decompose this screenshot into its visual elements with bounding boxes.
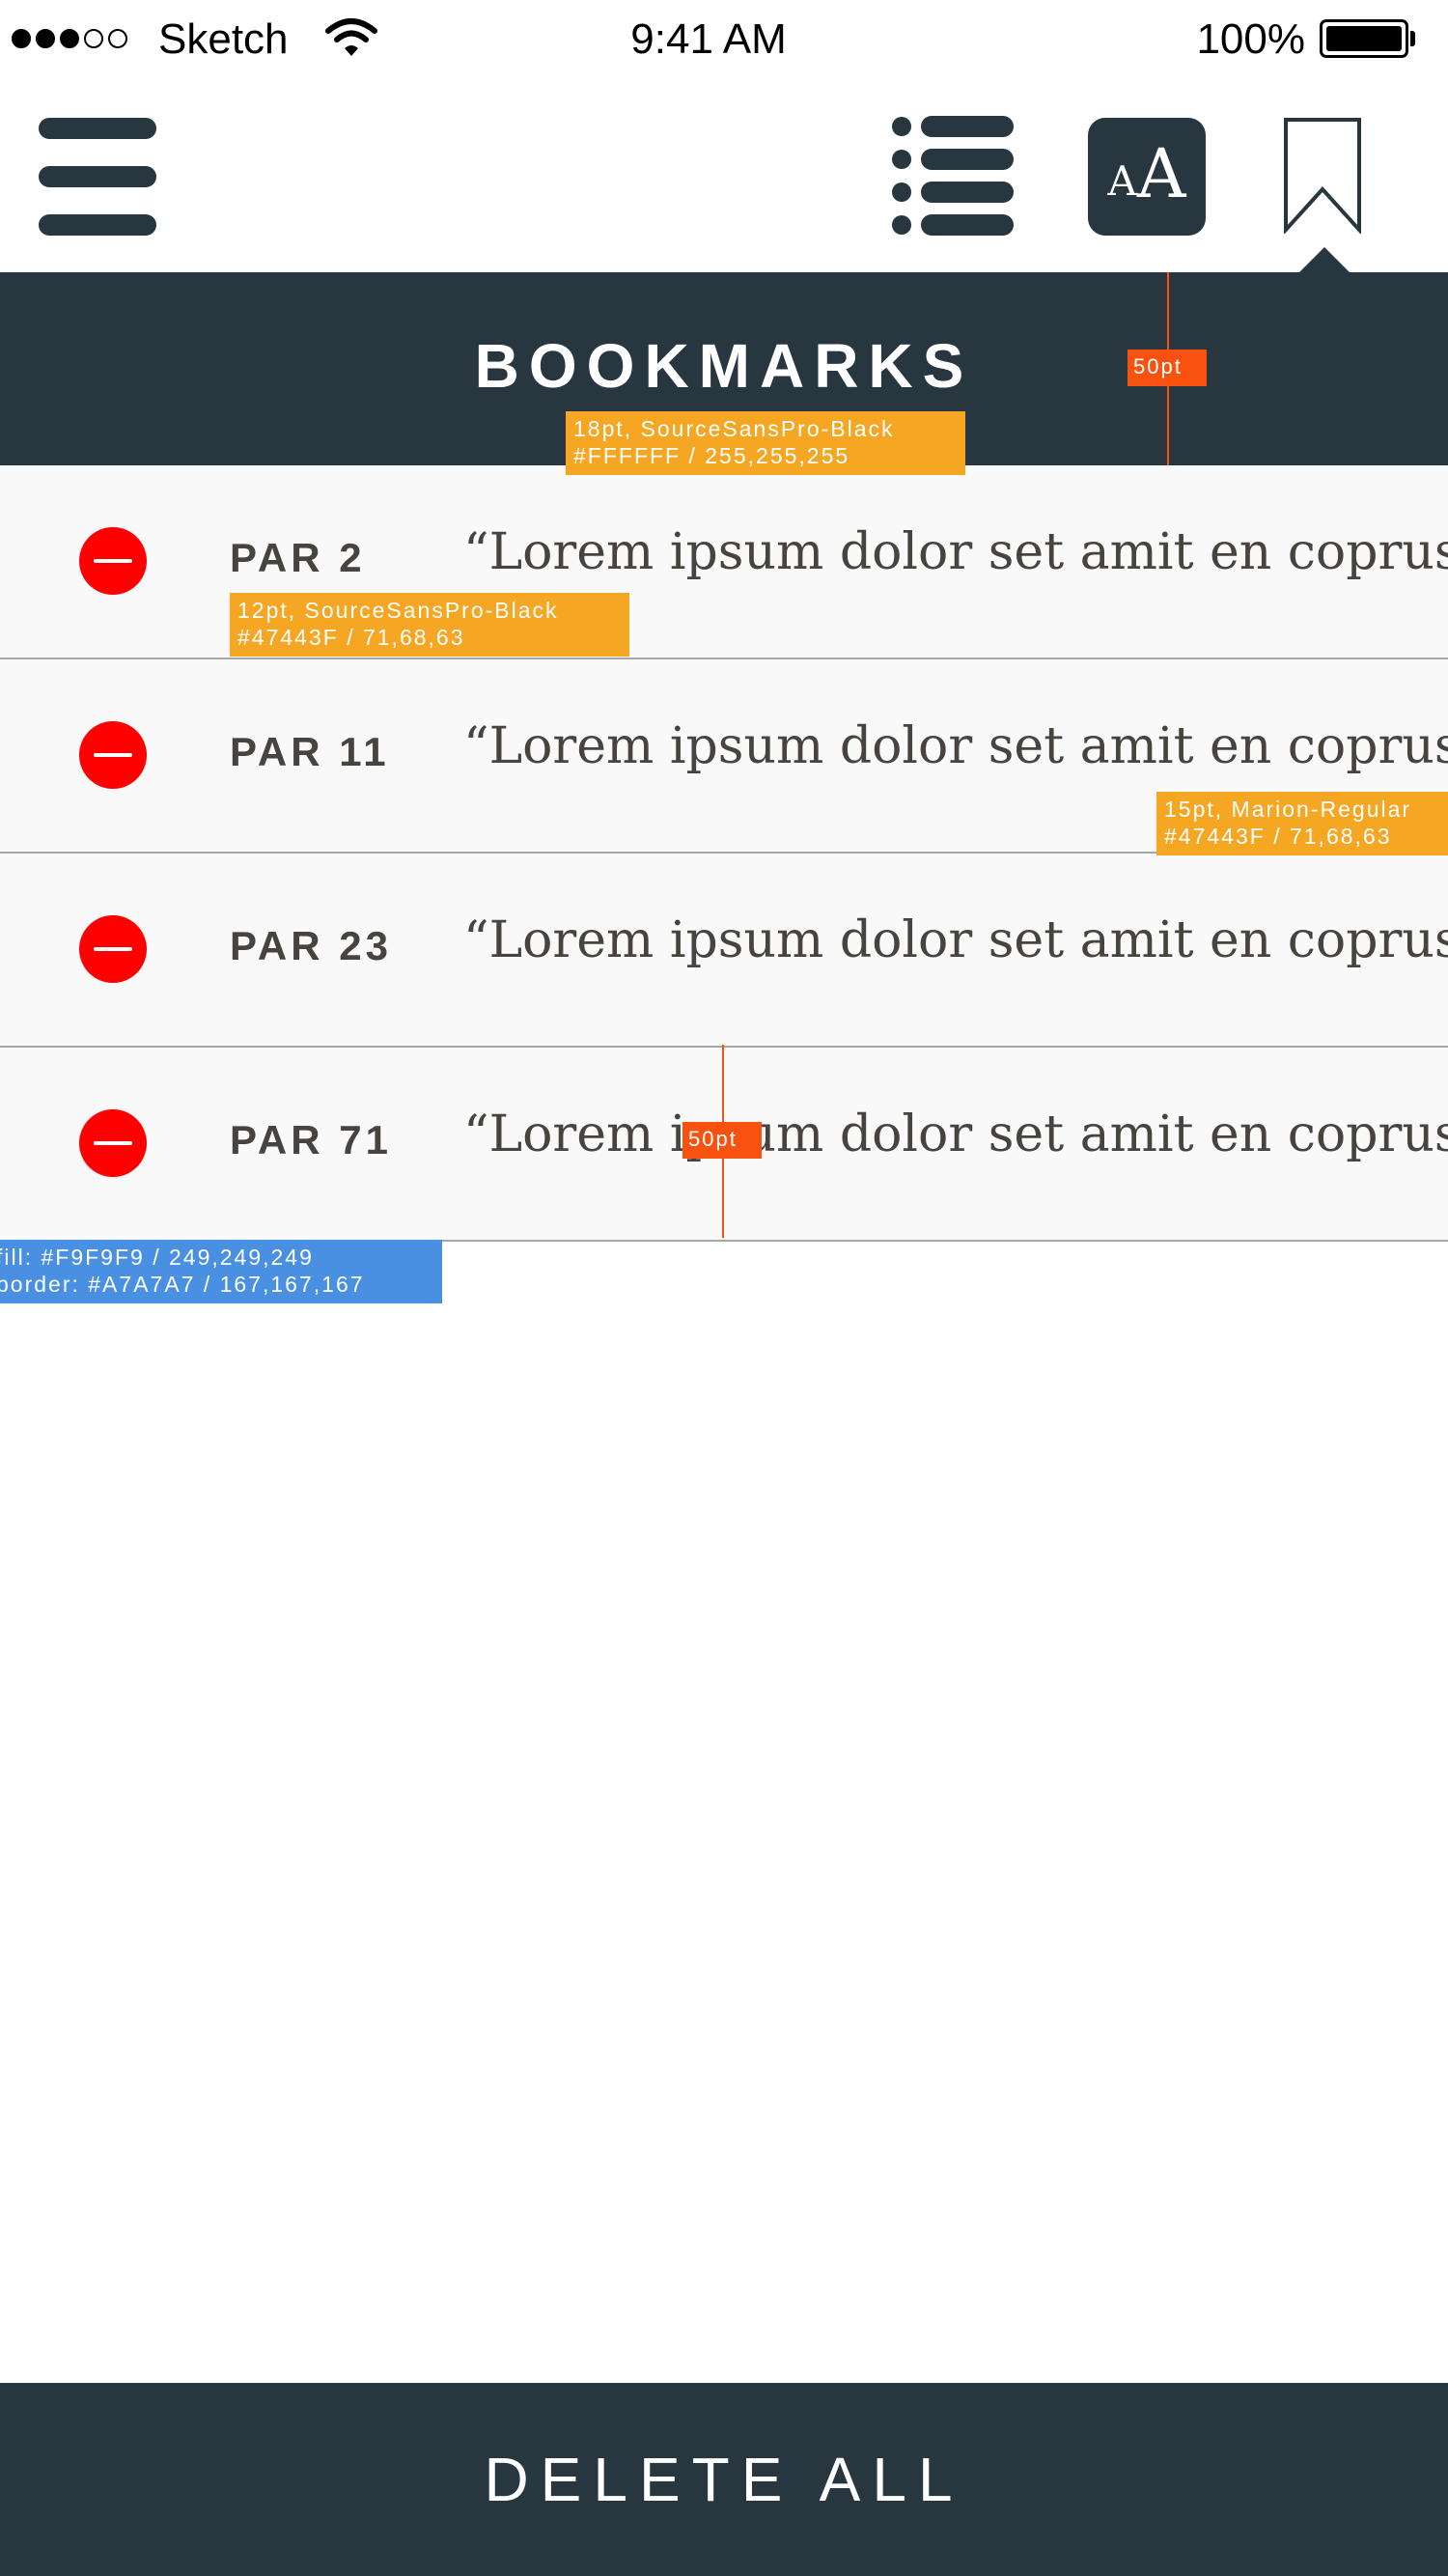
header-font-annotation-line2: #FFFFFF / 255,255,255 [573,443,850,468]
menu-icon[interactable] [39,118,156,236]
nav-bar: AA [0,81,1448,272]
header-font-annotation-line1: 18pt, SourceSansPro-Black [573,416,895,441]
list-icon[interactable] [892,116,1014,236]
delete-bookmark-button[interactable] [79,915,147,983]
active-tab-pointer [1299,247,1350,272]
excerpt-font-annotation-line1: 15pt, Marion-Regular [1164,797,1412,822]
header-font-annotation: 18pt, SourceSansPro-Black #FFFFFF / 255,… [566,411,965,475]
row-height-annotation: 50pt [682,1122,762,1159]
delete-bookmark-button[interactable] [79,1109,147,1177]
battery-icon [1320,19,1408,58]
par-font-annotation-line1: 12pt, SourceSansPro-Black [237,598,559,623]
header-height-annotation: 50pt [1128,350,1207,386]
bookmark-excerpt: “Lorem ipsum dolor set amit en coprus ..… [463,717,1448,775]
bookmark-paragraph-label: PAR 11 [230,729,390,774]
bookmark-excerpt: “Lorem ipsum dolor set amit en coprus ..… [463,1106,1448,1163]
bookmark-paragraph-label: PAR 23 [230,923,392,968]
bookmark-row[interactable]: PAR 2 “Lorem ipsum dolor set amit en cop… [0,465,1448,659]
par-font-annotation: 12pt, SourceSansPro-Black #47443F / 71,6… [230,593,629,657]
bookmark-paragraph-label: PAR 2 [230,535,366,580]
bookmark-icon[interactable] [1284,118,1361,234]
row-style-annotation: fill: #F9F9F9 / 249,249,249 border: #A7A… [0,1240,442,1303]
status-bar: Sketch 9:41 AM 100% [0,0,1448,81]
delete-bookmark-button[interactable] [79,527,147,595]
par-font-annotation-line2: #47443F / 71,68,63 [237,625,465,650]
row-fill-annotation: fill: #F9F9F9 / 249,249,249 [0,1245,314,1270]
bookmark-excerpt: “Lorem ipsum dolor set amit en coprus ..… [463,523,1448,581]
row-border-annotation: border: #A7A7A7 / 167,167,167 [0,1272,365,1297]
battery-tip [1410,31,1415,46]
bookmark-excerpt: “Lorem ipsum dolor set amit en coprus ..… [463,911,1448,969]
battery-percent: 100% [1196,15,1305,63]
bookmark-row[interactable]: PAR 23 “Lorem ipsum dolor set amit en co… [0,854,1448,1048]
excerpt-font-annotation: 15pt, Marion-Regular #47443F / 71,68,63 [1156,792,1448,855]
delete-all-button[interactable]: DELETE ALL [0,2383,1448,2576]
delete-bookmark-button[interactable] [79,721,147,789]
font-icon-big-a: A [1136,134,1186,213]
bookmark-paragraph-label: PAR 71 [230,1117,392,1162]
footer-bar: DELETE ALL [0,2383,1448,2576]
excerpt-font-annotation-line2: #47443F / 71,68,63 [1164,824,1392,849]
page-title: BOOKMARKS [474,331,974,401]
font-size-icon[interactable]: AA [1088,118,1206,236]
font-icon-small-a: A [1107,157,1137,205]
